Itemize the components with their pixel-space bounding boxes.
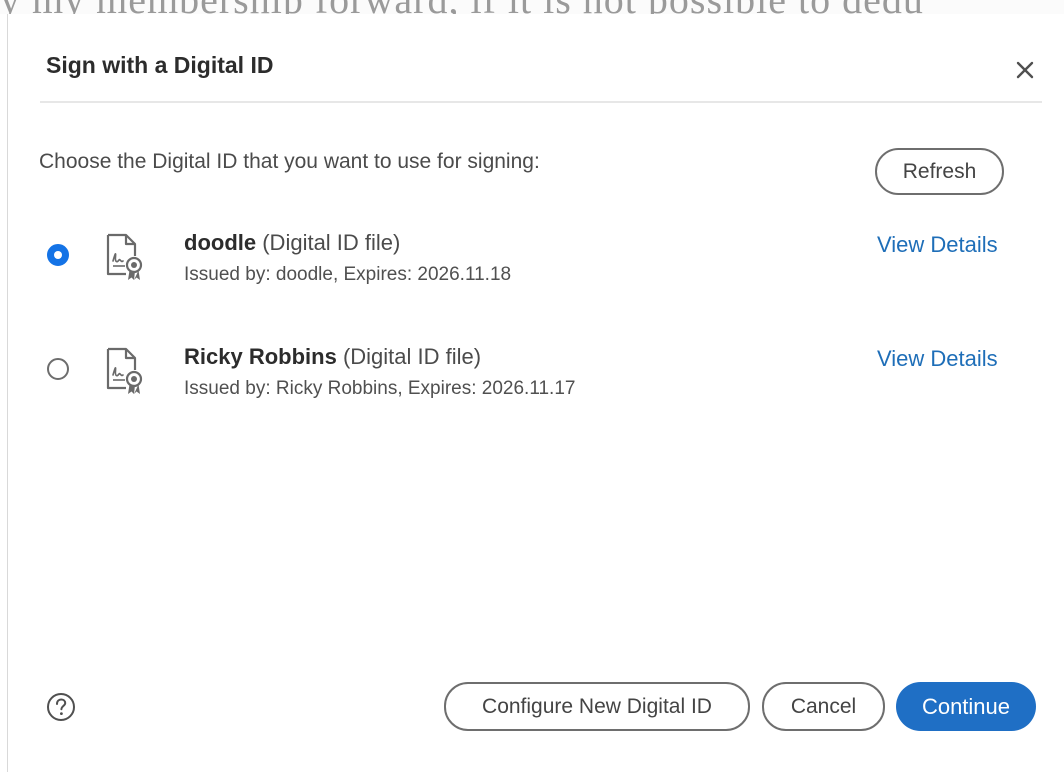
choose-id-prompt: Choose the Digital ID that you want to u…: [39, 150, 540, 173]
digital-id-title: Ricky Robbins (Digital ID file): [184, 344, 481, 370]
background-document-text: y my membership forward, if it is not po…: [0, 0, 924, 14]
digital-id-type: (Digital ID file): [342, 344, 482, 369]
digital-id-name: Ricky Robbins: [184, 344, 337, 369]
close-icon: [1016, 61, 1034, 79]
digital-id-type: (Digital ID file): [262, 230, 401, 255]
background-document: y my membership forward, if it is not po…: [0, 0, 1064, 14]
digital-id-name: doodle: [184, 230, 257, 255]
refresh-button[interactable]: Refresh: [875, 148, 1004, 195]
continue-button[interactable]: Continue: [896, 682, 1036, 731]
digital-id-title: doodle (Digital ID file): [184, 230, 400, 256]
view-details-link-doodle[interactable]: View Details: [877, 232, 998, 258]
cancel-button[interactable]: Cancel: [762, 682, 885, 731]
view-details-link-ricky-robbins[interactable]: View Details: [877, 346, 998, 372]
help-icon: [47, 693, 75, 721]
digital-id-issued: Issued by: Ricky Robbins, Expires: 2026.…: [184, 378, 576, 399]
title-divider: [40, 101, 1042, 103]
sign-digital-id-dialog: Sign with a Digital ID Choose the Digita…: [8, 14, 1064, 772]
radio-ricky-robbins[interactable]: [47, 358, 69, 380]
digital-id-row-doodle[interactable]: doodle (Digital ID file) Issued by: dood…: [8, 226, 1064, 306]
digital-id-issued: Issued by: doodle, Expires: 2026.11.18: [184, 264, 512, 285]
certificate-file-icon: [106, 233, 143, 280]
radio-doodle[interactable]: [47, 244, 69, 266]
help-button[interactable]: [46, 692, 76, 722]
configure-new-digital-id-button[interactable]: Configure New Digital ID: [444, 682, 750, 731]
screen: y my membership forward, if it is not po…: [0, 0, 1064, 772]
dialog-title: Sign with a Digital ID: [46, 52, 274, 78]
certificate-file-icon: [106, 347, 143, 394]
digital-id-row-ricky-robbins[interactable]: Ricky Robbins (Digital ID file) Issued b…: [8, 340, 1064, 420]
close-button[interactable]: [1011, 56, 1039, 84]
